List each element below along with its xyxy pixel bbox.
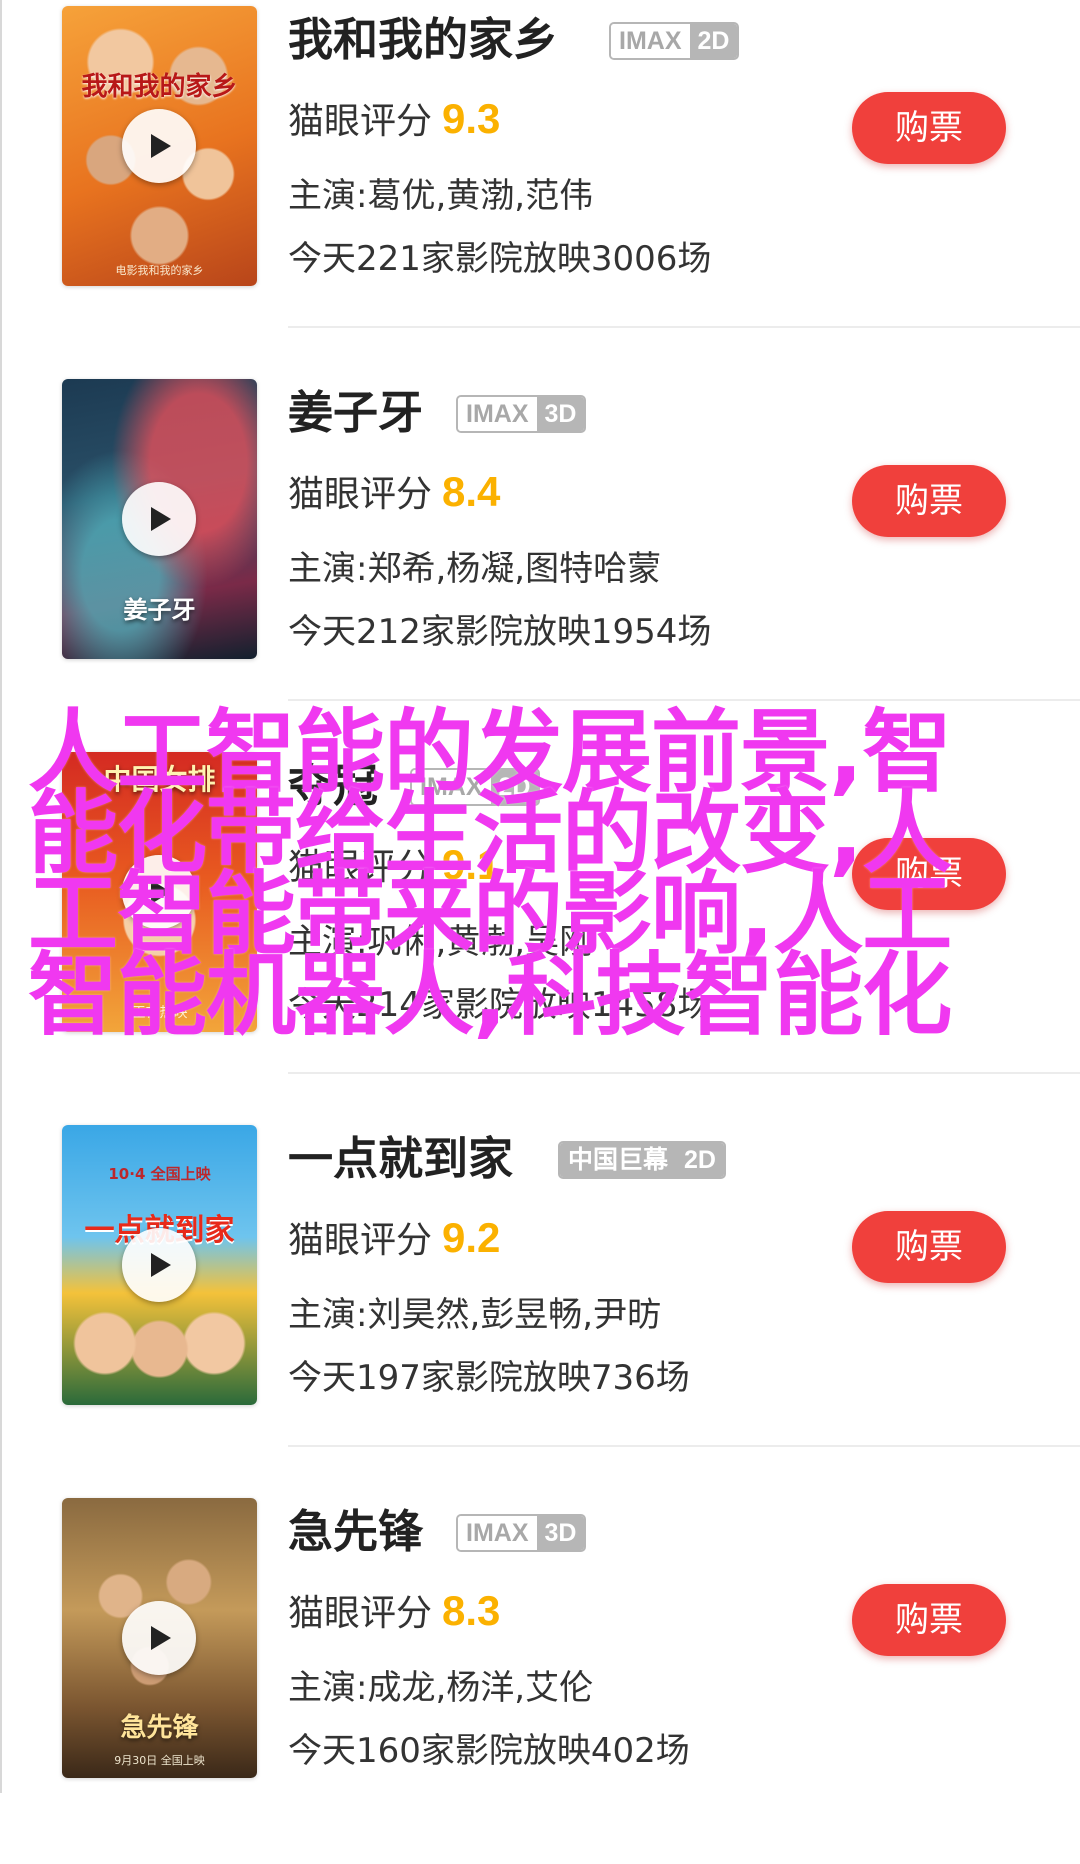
movie-poster[interactable]: 10·4 全国上映 一点就到家: [62, 1125, 257, 1405]
buy-ticket-button[interactable]: 购票: [852, 1584, 1006, 1656]
rating-score: 8.3: [442, 1587, 501, 1634]
rating-score: 9.1: [442, 841, 501, 888]
rating-label: 猫眼评分: [288, 1220, 433, 1261]
movie-item[interactable]: 10·4 全国上映 一点就到家 一点就到家 中国巨幕 2D 猫眼评分9.2 主演…: [0, 1119, 1080, 1491]
movie-item[interactable]: 姜子牙 姜子牙 IMAX 3D 猫眼评分 8.4 主演:郑希,杨凝,图特哈蒙 今天…: [0, 373, 1080, 745]
divider: [288, 326, 1080, 328]
play-icon: [151, 134, 171, 158]
movie-item[interactable]: 我和我的家乡 电影我和我的家乡 我和我的家乡 IMAX 2D 猫眼评分 9.3 主…: [0, 0, 1080, 372]
rating-label: 猫眼评分: [288, 474, 433, 515]
poster-subtitle: 正在热映: [131, 1005, 188, 1021]
showings-info: 今天221家影院放映3006场: [288, 239, 712, 279]
movie-item[interactable]: 中国女排 正在热映 夺冠 IMAX 2D 猫眼评分 9.1 主演:巩俐,黄渤,吴刚…: [0, 746, 1080, 1118]
movie-poster[interactable]: 中国女排 正在热映: [62, 752, 257, 1032]
play-button[interactable]: [122, 1228, 196, 1302]
showings-info: 今天160家影院放映402场: [288, 1731, 690, 1771]
movie-item[interactable]: 急先锋 9月30日 全国上映 急先锋 IMAX 3D 猫眼评分 8.3 主演:成龙…: [0, 1492, 1080, 1864]
divider: [288, 1445, 1080, 1447]
movie-title[interactable]: 一点就到家: [288, 1129, 513, 1189]
play-icon: [151, 1253, 171, 1277]
poster-subtitle: 9月30日 全国上映: [114, 1754, 205, 1767]
buy-ticket-button[interactable]: 购票: [852, 92, 1006, 164]
poster-title: 急先锋: [120, 1713, 199, 1743]
rating: 猫眼评分 9.1: [288, 841, 500, 892]
dimension-label: 2D: [689, 24, 738, 58]
buy-ticket-button[interactable]: 购票: [852, 1211, 1006, 1283]
movie-poster[interactable]: 急先锋 9月30日 全国上映: [62, 1498, 257, 1778]
showings-info: 今天214家影院放映1458场: [288, 985, 712, 1025]
poster-title: 姜子牙: [123, 595, 196, 624]
play-button[interactable]: [122, 109, 196, 183]
poster-title: 中国女排: [103, 763, 216, 796]
cast-list: 主演:郑希,杨凝,图特哈蒙: [288, 549, 662, 589]
play-button[interactable]: [122, 855, 196, 929]
rating-score: 9.3: [442, 95, 501, 142]
poster-subtitle: 电影我和我的家乡: [115, 264, 204, 277]
movie-list: 我和我的家乡 电影我和我的家乡 我和我的家乡 IMAX 2D 猫眼评分 9.3 主…: [0, 0, 1080, 1793]
cast-list: 主演:成龙,杨洋,艾伦: [288, 1668, 594, 1708]
format-label: 中国巨幕: [560, 1143, 677, 1177]
showings-info: 今天197家影院放映736场: [288, 1358, 690, 1398]
dimension-label: 2D: [676, 1143, 724, 1177]
showings-info: 今天212家影院放映1954场: [288, 612, 712, 652]
format-badge: IMAX 3D: [456, 1514, 587, 1552]
play-icon: [151, 507, 171, 531]
movie-poster[interactable]: 我和我的家乡 电影我和我的家乡: [62, 6, 257, 286]
movie-poster[interactable]: 姜子牙: [62, 379, 257, 659]
poster-title: 我和我的家乡: [81, 72, 238, 102]
play-icon: [151, 880, 171, 904]
movie-title[interactable]: 急先锋: [288, 1502, 423, 1562]
format-label: IMAX: [458, 397, 537, 431]
rating-label: 猫眼评分: [288, 847, 433, 888]
rating-label: 猫眼评分: [288, 1593, 433, 1634]
rating: 猫眼评分 9.3: [288, 95, 500, 146]
dimension-label: 2D: [490, 770, 539, 804]
rating: 猫眼评分 8.4: [288, 468, 500, 519]
rating: 猫眼评分 8.3: [288, 1587, 500, 1638]
cast-list: 主演:巩俐,黄渤,吴刚: [288, 922, 594, 962]
movie-title[interactable]: 我和我的家乡: [288, 10, 558, 70]
play-button[interactable]: [122, 482, 196, 556]
buy-ticket-button[interactable]: 购票: [852, 838, 1006, 910]
format-badge: IMAX 3D: [456, 395, 587, 433]
format-badge: 中国巨幕 2D: [558, 1141, 726, 1179]
cast-list: 主演:刘昊然,彭昱畅,尹昉: [288, 1295, 662, 1335]
play-button[interactable]: [122, 1601, 196, 1675]
divider: [288, 1072, 1080, 1074]
poster-subtitle: 10·4 全国上映: [108, 1165, 211, 1183]
movie-title[interactable]: 姜子牙: [288, 383, 423, 443]
format-badge: IMAX 2D: [410, 768, 541, 806]
rating-score: 8.4: [442, 468, 501, 515]
dimension-label: 3D: [536, 1516, 585, 1550]
format-label: IMAX: [412, 770, 491, 804]
format-badge: IMAX 2D: [609, 22, 740, 60]
rating: 猫眼评分 9.2: [288, 1214, 500, 1265]
divider: [288, 699, 1080, 701]
movie-title[interactable]: 夺冠: [288, 756, 378, 816]
buy-ticket-button[interactable]: 购票: [852, 465, 1006, 537]
format-label: IMAX: [458, 1516, 537, 1550]
rating-label: 猫眼评分: [288, 101, 433, 142]
dimension-label: 3D: [536, 397, 585, 431]
rating-score: 9.2: [442, 1214, 501, 1261]
play-icon: [151, 1626, 171, 1650]
cast-list: 主演:葛优,黄渤,范伟: [288, 176, 594, 216]
format-label: IMAX: [611, 24, 690, 58]
